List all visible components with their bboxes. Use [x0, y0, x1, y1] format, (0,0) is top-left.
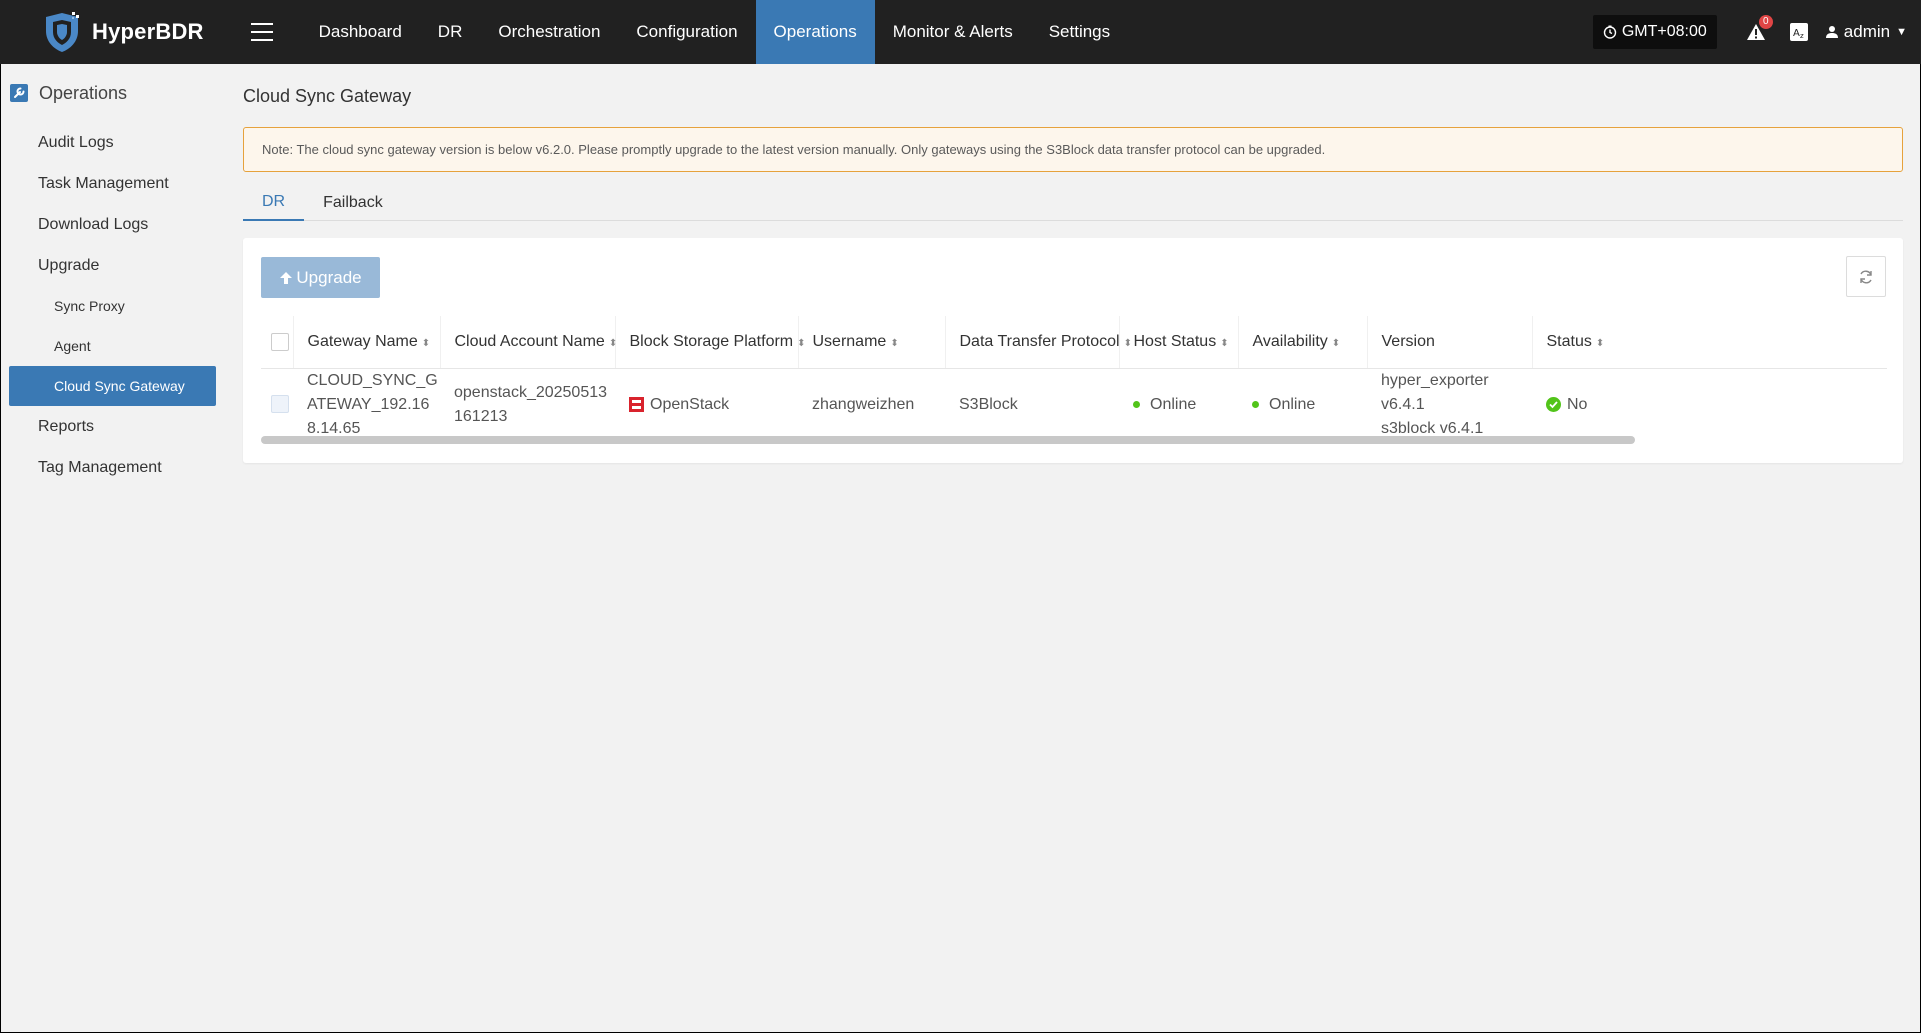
nav-dashboard[interactable]: Dashboard	[301, 0, 420, 64]
sidebar-item-tag-management[interactable]: Tag Management	[0, 447, 225, 488]
nav-operations[interactable]: Operations	[755, 0, 875, 64]
username-label: admin	[1843, 22, 1891, 41]
platform-label: OpenStack	[650, 395, 730, 413]
sidebar-item-upgrade[interactable]: Upgrade	[0, 245, 225, 286]
main-nav: Dashboard DR Orchestration Configuration…	[301, 0, 1129, 64]
cell-host-status: Online	[1119, 368, 1238, 434]
row-select-cell	[261, 368, 293, 434]
horizontal-scrollbar[interactable]	[261, 434, 1887, 444]
refresh-icon	[1860, 270, 1872, 283]
sidebar: Operations Audit Logs Task Management Do…	[0, 64, 225, 1033]
caret-down-icon: ▼	[1896, 26, 1907, 38]
tab-failback[interactable]: Failback	[304, 184, 402, 221]
top-navbar: HyperBDR Dashboard DR Orchestration Conf…	[0, 0, 1921, 64]
nav-configuration[interactable]: Configuration	[618, 0, 755, 64]
online-dot-icon	[1133, 400, 1140, 408]
user-icon	[1825, 26, 1838, 38]
sort-icon[interactable]: ⬍	[1332, 338, 1340, 349]
cell-cloud-account: openstack_20250513161213	[454, 383, 608, 425]
col-username[interactable]: Username ⬍	[798, 316, 946, 369]
app-logo[interactable]: HyperBDR	[42, 0, 204, 64]
cell-availability: Online	[1238, 368, 1367, 434]
alerts-button[interactable]: 0	[1745, 15, 1773, 43]
sidebar-item-audit-logs[interactable]: Audit Logs	[0, 122, 225, 163]
timezone-label: GMT+08:00	[1621, 23, 1707, 40]
version-line: s3block v6.4.1	[1381, 419, 1484, 435]
upgrade-button-label: Upgrade	[296, 267, 362, 287]
sidebar-item-download-logs[interactable]: Download Logs	[0, 204, 225, 245]
sort-icon[interactable]: ⬍	[1124, 338, 1132, 349]
col-block-storage-platform[interactable]: Block Storage Platform ⬍	[615, 316, 806, 369]
upgrade-button[interactable]: Upgrade	[261, 257, 380, 298]
gateway-table-card: Upgrade Gateway Name ⬍ Cloud Account Nam…	[243, 238, 1903, 463]
sort-icon[interactable]: ⬍	[1596, 338, 1604, 349]
wrench-icon	[10, 84, 28, 102]
status-label: No	[1567, 395, 1588, 413]
col-data-transfer-protocol[interactable]: Data Transfer Protocol ⬍	[945, 316, 1132, 369]
clock-icon	[1603, 25, 1617, 39]
table-row[interactable]: CLOUD_SYNC_GATEWAY_192.168.14.65 opensta…	[261, 368, 1887, 434]
refresh-button[interactable]	[1846, 256, 1886, 297]
tab-dr[interactable]: DR	[243, 184, 305, 221]
nav-dr[interactable]: DR	[420, 0, 481, 64]
sidebar-item-reports[interactable]: Reports	[0, 406, 225, 447]
sidebar-item-sync-proxy[interactable]: Sync Proxy	[0, 286, 225, 326]
timezone-display[interactable]: GMT+08:00	[1592, 15, 1717, 49]
online-dot-icon	[1252, 400, 1259, 408]
note-text: Note: The cloud sync gateway version is …	[262, 142, 1326, 157]
sort-icon[interactable]: ⬍	[797, 338, 805, 349]
col-availability[interactable]: Availability ⬍	[1238, 316, 1368, 369]
user-menu[interactable]: admin ▼	[1825, 22, 1907, 42]
app-name: HyperBDR	[92, 19, 204, 44]
sidebar-section-label: Operations	[39, 82, 128, 103]
col-status[interactable]: Status ⬍	[1532, 316, 1887, 369]
cell-gateway-name: CLOUD_SYNC_GATEWAY_192.168.14.65	[307, 371, 438, 435]
cell-username: zhangweizhen	[812, 395, 915, 413]
gateway-table: Gateway Name ⬍ Cloud Account Name ⬍ Block …	[261, 316, 1887, 434]
col-gateway-name[interactable]: Gateway Name ⬍	[293, 316, 441, 369]
col-host-status[interactable]: Host Status ⬍	[1119, 316, 1239, 369]
alert-count-badge: 0	[1758, 15, 1773, 29]
svg-text:z: z	[1800, 32, 1804, 40]
nav-orchestration[interactable]: Orchestration	[480, 0, 618, 64]
sort-icon[interactable]: ⬍	[422, 338, 430, 349]
openstack-icon	[629, 396, 644, 412]
page-title: Cloud Sync Gateway	[243, 86, 412, 106]
nav-monitor-alerts[interactable]: Monitor & Alerts	[875, 0, 1031, 64]
menu-toggle-icon[interactable]	[250, 23, 273, 41]
sidebar-item-task-management[interactable]: Task Management	[0, 163, 225, 204]
select-all-checkbox[interactable]	[271, 332, 289, 351]
nav-settings[interactable]: Settings	[1031, 0, 1128, 64]
cell-protocol: S3Block	[959, 395, 1018, 413]
table-header-row: Gateway Name ⬍ Cloud Account Name ⬍ Block …	[261, 316, 1887, 369]
col-cloud-account-name[interactable]: Cloud Account Name ⬍	[440, 316, 617, 369]
scrollbar-thumb[interactable]	[261, 436, 1635, 444]
cell-status: No	[1532, 368, 1887, 434]
tab-bar: DR Failback	[243, 184, 1903, 221]
arrow-up-icon	[280, 271, 293, 284]
col-version: Version	[1367, 316, 1533, 369]
sort-icon[interactable]: ⬍	[890, 338, 898, 349]
sidebar-item-agent[interactable]: Agent	[0, 326, 225, 366]
row-checkbox[interactable]	[271, 395, 289, 414]
select-all-cell	[261, 316, 294, 369]
cell-platform: OpenStack	[615, 368, 798, 434]
upgrade-note-banner: Note: The cloud sync gateway version is …	[243, 127, 1903, 172]
check-circle-icon	[1546, 396, 1561, 412]
sort-icon[interactable]: ⬍	[609, 338, 617, 349]
svg-text:A: A	[1793, 28, 1800, 39]
cell-version: hyper_exporter v6.4.1 s3block v6.4.1	[1367, 368, 1532, 435]
sort-icon[interactable]: ⬍	[1220, 338, 1228, 349]
shield-logo-icon	[46, 12, 79, 52]
version-line: hyper_exporter v6.4.1	[1381, 371, 1489, 413]
sidebar-section-operations[interactable]: Operations	[0, 64, 225, 122]
sidebar-item-cloud-sync-gateway[interactable]: Cloud Sync Gateway	[9, 366, 216, 406]
language-icon[interactable]: A z	[1789, 22, 1809, 42]
gateway-table-wrapper: Gateway Name ⬍ Cloud Account Name ⬍ Block …	[261, 316, 1887, 434]
